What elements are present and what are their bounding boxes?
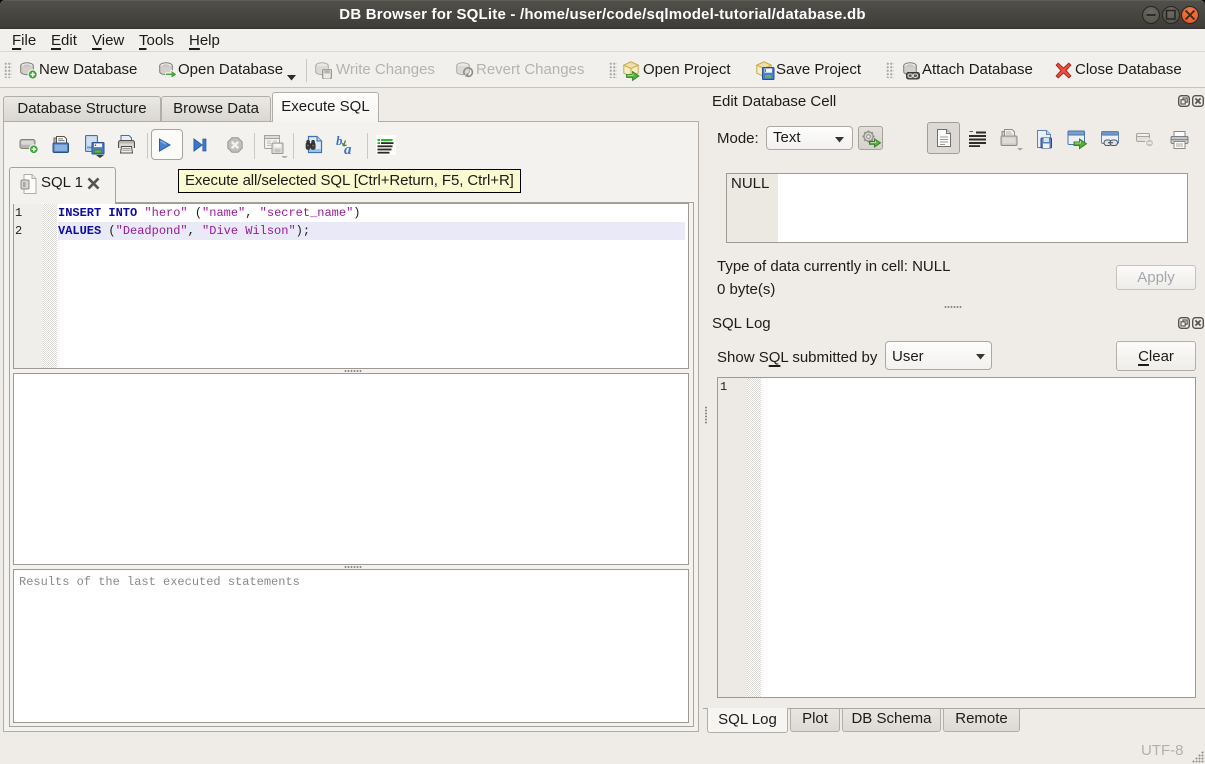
svg-text:b: b — [336, 134, 343, 148]
svg-text:a: a — [344, 142, 352, 155]
